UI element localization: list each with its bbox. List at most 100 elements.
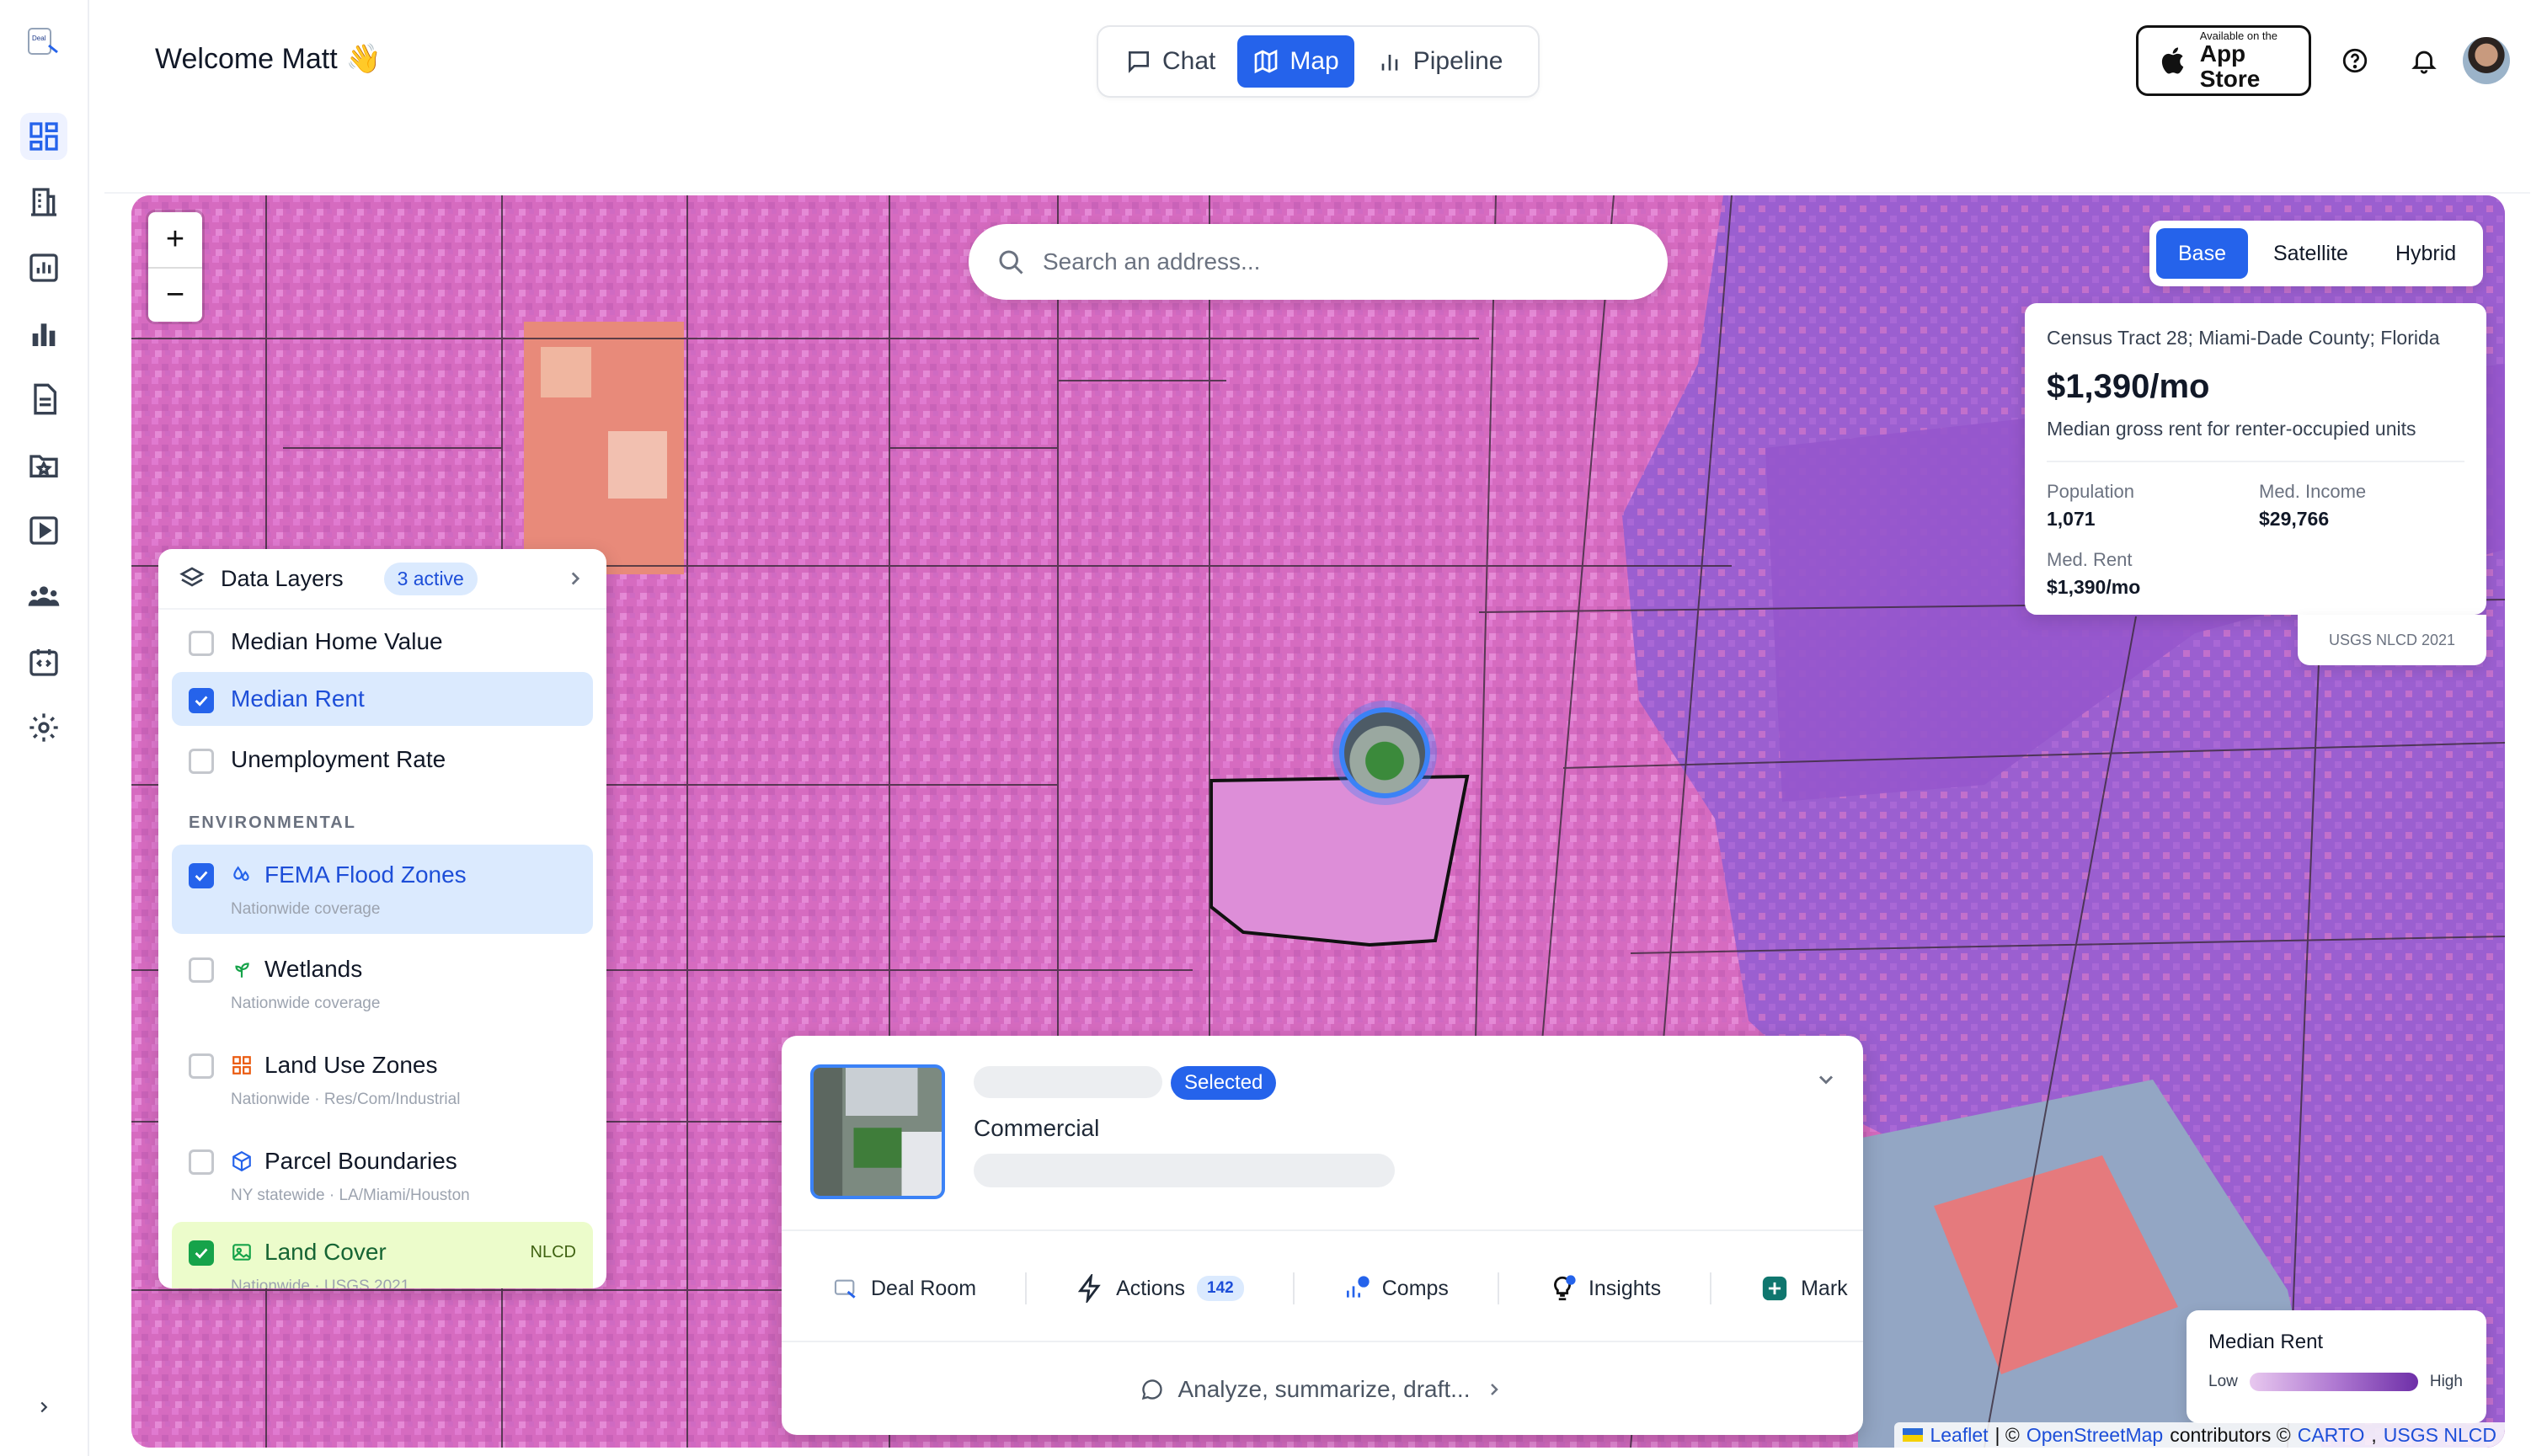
view-switcher: Chat Map Pipeline — [1097, 25, 1540, 98]
app-store-button[interactable]: Available on the App Store — [2136, 25, 2311, 96]
checkbox[interactable] — [189, 957, 214, 983]
wave-emoji: 👋 — [345, 43, 382, 75]
property-thumbnail[interactable] — [810, 1064, 945, 1199]
attribution-text: contributors © — [2170, 1423, 2291, 1446]
checkbox[interactable] — [189, 1149, 214, 1175]
leaflet-link[interactable]: Leaflet — [1930, 1424, 1988, 1447]
checkbox[interactable] — [189, 1053, 214, 1079]
collapse-button[interactable] — [1814, 1068, 1838, 1096]
insights-button[interactable]: Insights — [1548, 1272, 1712, 1304]
layer-name: Median Home Value — [231, 627, 443, 654]
checkbox[interactable] — [189, 863, 214, 888]
action-label: Deal Room — [871, 1276, 977, 1300]
map-type-switcher: Base Satellite Hybrid — [2149, 221, 2483, 286]
app-store-big: App Store — [2199, 40, 2261, 92]
checkbox[interactable] — [189, 1240, 214, 1266]
legend-title: Median Rent — [2208, 1331, 2324, 1353]
help-button[interactable] — [2338, 44, 2372, 77]
sidebar-item-settings[interactable] — [20, 704, 67, 751]
selected-badge: Selected — [1171, 1066, 1277, 1100]
action-label: Mark — [1801, 1276, 1848, 1300]
layer-median-rent[interactable]: Median Rent — [172, 672, 593, 726]
usgs-link[interactable]: USGS NLCD — [2384, 1424, 2496, 1447]
apple-icon — [2161, 47, 2184, 74]
market-icon — [1762, 1276, 1787, 1301]
image-icon — [232, 1244, 251, 1261]
sidebar-item-properties[interactable] — [20, 179, 67, 226]
tract-name: Census Tract 28; Miami-Dade County; Flor… — [2047, 327, 2440, 349]
dashboard-icon — [29, 122, 58, 151]
bar-chart-icon — [32, 323, 56, 346]
team-icon — [28, 586, 60, 606]
tab-map[interactable]: Map — [1237, 35, 1354, 88]
ask-ai-bar[interactable]: Analyze, summarize, draft... — [782, 1356, 1863, 1423]
stat-income: Med. Income $29,766 — [2259, 481, 2461, 531]
notifications-button[interactable] — [2407, 44, 2441, 77]
search-input[interactable] — [1043, 248, 1632, 275]
actions-count-badge: 142 — [1197, 1276, 1244, 1301]
sidebar-item-saved[interactable] — [20, 441, 67, 488]
zoom-in-button[interactable]: + — [148, 212, 202, 267]
layers-title: Data Layers — [221, 565, 344, 591]
ukraine-flag-icon — [1903, 1428, 1924, 1442]
flood-icon — [233, 866, 249, 882]
help-icon — [2342, 48, 2368, 73]
layer-land-use-zones[interactable]: Land Use Zones Nationwide · Res/Com/Indu… — [172, 1030, 593, 1126]
sidebar-item-documents[interactable] — [20, 376, 67, 423]
actions-button[interactable]: Actions 142 — [1076, 1272, 1295, 1304]
sidebar-item-schedule[interactable] — [20, 638, 67, 685]
map-canvas[interactable]: + − Base Satellite Hybrid Census Tract 2… — [131, 195, 2505, 1448]
market-button[interactable]: Mark — [1760, 1272, 1863, 1304]
tab-chat-label: Chat — [1162, 47, 1216, 75]
checkbox[interactable] — [189, 749, 214, 774]
tab-chat[interactable]: Chat — [1110, 35, 1231, 88]
layer-name: Land Cover — [264, 1239, 387, 1265]
layer-land-cover[interactable]: Land Cover NLCD Nationwide · USGS 2021 — [172, 1222, 593, 1288]
layer-unemployment-rate[interactable]: Unemployment Rate — [172, 726, 593, 793]
tab-pipeline[interactable]: Pipeline — [1361, 35, 1519, 88]
stat-label: Med. Income — [2259, 481, 2367, 502]
map-type-satellite[interactable]: Satellite — [2251, 228, 2370, 279]
layers-header[interactable]: Data Layers 3 active — [158, 549, 606, 610]
active-count-badge: 3 active — [383, 562, 478, 595]
osm-link[interactable]: OpenStreetMap — [2026, 1424, 2163, 1447]
sidebar-expand-button[interactable] — [30, 1394, 57, 1421]
sidebar-item-videos[interactable] — [20, 507, 67, 554]
grid-icon — [232, 1056, 251, 1075]
layer-wetlands[interactable]: Wetlands Nationwide coverage — [172, 934, 593, 1030]
logo-icon[interactable]: Deal — [25, 24, 62, 61]
sidebar-item-team[interactable] — [20, 573, 67, 620]
checkbox[interactable] — [189, 688, 214, 713]
avatar[interactable] — [2463, 37, 2510, 84]
zoom-control: + − — [148, 212, 202, 322]
checkmark-icon — [195, 696, 208, 707]
sidebar-item-reports[interactable] — [20, 244, 67, 291]
ask-ai-placeholder: Analyze, summarize, draft... — [1177, 1376, 1471, 1402]
tract-stats: Population 1,071 Med. Income $29,766 Med… — [2047, 481, 2464, 599]
layer-parcel-boundaries[interactable]: Parcel Boundaries NY statewide · LA/Miam… — [172, 1126, 593, 1222]
layer-fema-flood[interactable]: FEMA Flood Zones Nationwide coverage — [172, 845, 593, 934]
comps-button[interactable]: Comps — [1343, 1272, 1499, 1304]
checkbox[interactable] — [189, 631, 214, 656]
sidebar-item-dashboard[interactable] — [20, 113, 67, 160]
carto-link[interactable]: CARTO — [2298, 1424, 2365, 1447]
checkmark-icon — [195, 1248, 208, 1259]
map-type-base[interactable]: Base — [2156, 228, 2248, 279]
chevron-down-icon — [1818, 1075, 1834, 1085]
map-type-hybrid[interactable]: Hybrid — [2373, 228, 2478, 279]
stat-label: Population — [2047, 481, 2134, 502]
layer-subtitle: Nationwide coverage — [231, 995, 381, 1013]
layer-subtitle: Nationwide · Res/Com/Industrial — [231, 1091, 461, 1109]
stat-value: $1,390/mo — [2047, 576, 2141, 598]
property-marker[interactable] — [1339, 707, 1430, 798]
layer-name: Median Rent — [231, 685, 365, 712]
tab-pipeline-label: Pipeline — [1412, 47, 1503, 75]
layer-median-home-value[interactable]: Median Home Value — [172, 611, 593, 672]
sidebar-item-analytics[interactable] — [20, 310, 67, 357]
card-divider — [782, 1229, 1863, 1231]
deal-room-button[interactable]: Deal Room — [832, 1272, 1028, 1304]
chevron-right-icon — [571, 572, 580, 585]
zoom-out-button[interactable]: − — [148, 267, 202, 322]
code-calendar-icon — [29, 649, 58, 676]
layer-subtitle: Nationwide coverage — [231, 900, 381, 919]
